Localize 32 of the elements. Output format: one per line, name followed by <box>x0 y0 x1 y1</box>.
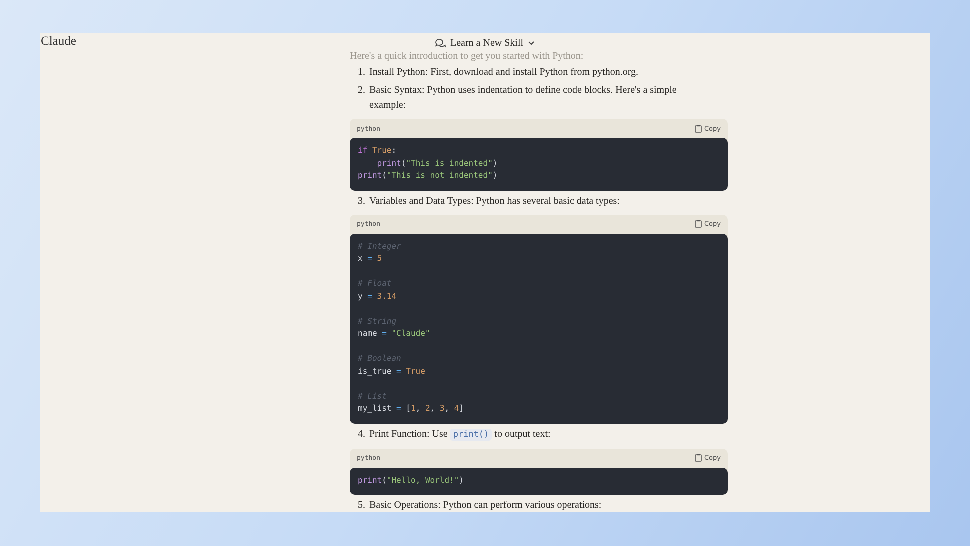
list-number: 4. <box>358 428 366 442</box>
mode-selector[interactable]: Learn a New Skill <box>435 38 535 48</box>
code-line: print("This is indented") <box>376 158 498 170</box>
code-line: # String <box>358 316 397 328</box>
code-line: is_true = True <box>358 366 426 378</box>
code-line: y = 3.14 <box>358 290 397 303</box>
code-line: print("Hello, World!") <box>358 474 464 487</box>
code-line: # Boolean <box>358 353 402 365</box>
list-number: 5. <box>358 499 366 512</box>
code-line: # List <box>358 390 387 402</box>
list-number: 1. <box>358 66 366 80</box>
copy-icon <box>694 220 702 228</box>
chevron-down-icon <box>528 40 535 46</box>
brand-name: Claude <box>41 34 76 49</box>
list-number: 3. <box>358 194 366 208</box>
step-text: Install Python: First, download and install Python from python.org. <box>370 66 638 80</box>
code-line: my_list = [1, 2, 3, 4] <box>358 403 464 415</box>
copy-icon <box>694 454 702 462</box>
chat-icon <box>435 38 446 48</box>
code-line: x = 5 <box>358 253 382 265</box>
code-line: print("This is not indented") <box>358 170 498 182</box>
copy-icon <box>694 124 702 132</box>
code-line: if True: <box>358 145 397 157</box>
code-line: name = "Claude" <box>358 328 430 340</box>
step-text: Print Function: Use print() to output text: <box>370 428 551 442</box>
step-text: Variables and Data Types: Python has several basic data types: <box>370 194 620 208</box>
code-line: # Float <box>358 278 392 290</box>
list-number: 2. <box>358 84 366 98</box>
step-text: Basic Operations: Python can perform various operations: <box>370 499 602 512</box>
intro-text: Here's a quick introduction to get you started with Python: <box>350 51 585 62</box>
step-text: Basic Syntax: Python uses indentation to define code blocks. Here's a simple example: <box>370 84 678 113</box>
code-line: # Integer <box>358 240 402 253</box>
